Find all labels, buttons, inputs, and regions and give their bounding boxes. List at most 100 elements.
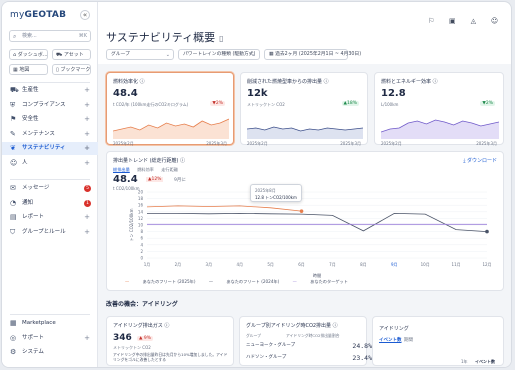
data-point [177,224,178,225]
tab-fuel-efficiency[interactable]: 燃料効率 [137,167,154,173]
sidebar-item-leaf[interactable]: ❦ サステナビリティ + [2,142,98,155]
kpi-card[interactable]: 燃料効率化 ⓘ 48.4 t CO2/年 (100km走行のCO2キログラム) ▼2%… [106,72,234,146]
table-row[interactable]: ニューヨーク・グループ 24.8% [246,342,372,350]
kpi-title: 燃料効率化 ⓘ [113,79,145,85]
tab-total-emissions[interactable]: 総排出量 [113,167,130,173]
axis-label: イベント数 [475,359,495,364]
sidebar-item-alert[interactable]: ◔ 通知 1 [2,197,98,210]
sidebar: myGEOTAB « ⌕ 検索... ⌘K ⌂ ダッシュボ... ⛟ アセット … [2,2,98,367]
sidebar-item-people[interactable]: ☺ 人 + [2,157,98,170]
data-point [301,214,302,215]
user-avatar-icon[interactable]: ☺ [490,17,499,26]
wrench-icon: ✎ [10,129,16,138]
data-point [486,224,487,225]
sidebar-item-label: コンプライアンス [22,101,66,108]
sidebar-item-report[interactable]: ▤ レポート + [2,211,98,224]
kpi-change: ▲18% [341,101,359,106]
sidebar-item-safety[interactable]: ⚑ 安全性 + [2,113,98,126]
data-point [455,224,456,225]
x-tick-label: 12月 [482,262,491,267]
sidebar-item-label: レポート [22,214,45,220]
sidebar-divider [10,314,90,315]
tab-event-count[interactable]: イベント数 [379,337,402,343]
quick-dashboard-button[interactable]: ⌂ ダッシュボ... [9,49,48,60]
expand-icon[interactable]: + [84,99,90,112]
y-tick-label: 18 [138,196,144,201]
kpi-title: 削減された燃焼型車からの排出量 ⓘ [247,79,329,85]
search-input[interactable]: ⌕ 検索... ⌘K [9,30,91,42]
expand-icon[interactable]: + [84,332,90,345]
kpi-unit: t CO2/年 (100km走行のCO2キログラム) [113,102,189,107]
x-tick-label: 9月 [391,262,398,267]
data-point [146,206,147,207]
top-toolbar: ⚐ ▣ ◬ ☺ [420,8,499,25]
expand-icon[interactable]: + [84,128,90,141]
data-point [363,224,364,225]
data-point [301,224,302,225]
expand-icon[interactable]: + [84,84,90,97]
quick-assets-button[interactable]: ⛟ アセット [52,49,91,60]
sidebar-item-message[interactable]: ✉ メッセージ 5 [2,182,98,195]
system-icon: ⚙ [10,348,17,356]
notification-bell-icon[interactable]: ◬ [469,17,478,26]
idling-section-title: 改善の機会：アイドリング [106,301,178,308]
table-row[interactable]: ハドソン・グループ 23.4% [246,354,372,362]
expand-icon[interactable]: + [84,226,90,239]
data-point [177,205,178,206]
data-point [239,205,240,206]
tour-icon[interactable]: ⚐ [427,17,436,26]
data-point [146,224,147,225]
sidebar-item-shield[interactable]: ⛨ コンプライアンス + [2,99,98,112]
expand-icon[interactable]: + [84,157,90,170]
sidebar-item-system[interactable]: ⚙ システム [2,346,98,359]
kpi-title: 燃料とエネルギー効率 ⓘ [381,79,438,85]
idling-unit: メトリックトン CO2 [113,345,151,350]
kpi-unit: メトリックトン CO2 [247,102,285,107]
kpi-value: 12.8 [381,88,406,99]
alert-icon: ◔ [10,198,17,207]
expand-icon[interactable]: + [84,113,90,126]
kpi-change: ▼2% [480,101,495,106]
col-header-group: グループ [246,333,261,338]
data-point [425,214,426,215]
download-button[interactable]: ⤓ ダウンロード [463,157,497,164]
support-icon: ◎ [10,333,17,342]
kpi-card[interactable]: 削減された燃焼型車からの排出量 ⓘ 12k メトリックトン CO2 ▲18% 2025年… [240,72,368,146]
sidebar-item-rule[interactable]: ⛉ グループとルール + [2,226,98,239]
sidebar-item-label: 生産性 [22,87,39,93]
powertrain-filter[interactable]: パワートレインの種類 (駆動方式) ⌄ [178,49,260,60]
data-point [239,213,240,214]
kpi-sparkline [113,118,229,139]
kpi-card[interactable]: 燃料とエネルギー効率 ⓘ 12.8 L/100km ▼2% 2025年2月 2025年3月 [374,72,504,146]
sidebar-item-wrench[interactable]: ✎ メンテナンス + [2,128,98,141]
help-icon[interactable]: ▣ [448,17,457,26]
data-point [208,206,209,207]
kpi-change: ▼2% [210,101,225,106]
data-point [177,213,178,214]
brand-logo[interactable]: myGEOTAB [10,10,66,20]
leaf-icon: ❦ [10,144,16,152]
sidebar-item-support[interactable]: ◎ サポート + [2,332,98,345]
x-tick-label: 4月 [236,262,243,267]
bookmark-icon[interactable]: ▯ [219,34,223,43]
collapse-sidebar-button[interactable]: « [80,10,90,20]
quick-map-button[interactable]: ▦ 地図 [9,64,48,75]
expand-icon[interactable]: + [84,211,90,224]
sidebar-item-label: サステナビリティ [22,145,66,151]
tab-duration[interactable]: 期間 [404,337,413,343]
group-filter[interactable]: グループ ⌄ [106,49,174,60]
quick-bookmark-button[interactable]: ▯ ブックマーク [52,64,91,75]
y-tick-label: 6 [140,236,143,241]
y-tick-label: 10 [138,223,144,228]
date-range-filter[interactable]: ▦ 過去2ヶ月 (2025年2月1日 ~ 4月30日) [264,49,361,60]
sidebar-item-truck[interactable]: ⛟ 生産性 + [2,84,98,97]
card-title: アイドリング排出ガス ⓘ [113,323,170,329]
sidebar-divider [10,82,90,83]
idling-description: アイドリング中の排出量昨日は先月から10%増加しました。アイドリングをゴルに改善… [113,352,228,362]
expand-icon[interactable]: + [84,142,90,155]
tab-distance[interactable]: 走行距離 [161,167,178,173]
sidebar-item-label: システム [22,349,44,355]
count-badge: 1 [84,199,91,207]
sidebar-item-marketplace[interactable]: ▦ Marketplace [2,317,98,330]
sparkline-area [113,119,229,139]
